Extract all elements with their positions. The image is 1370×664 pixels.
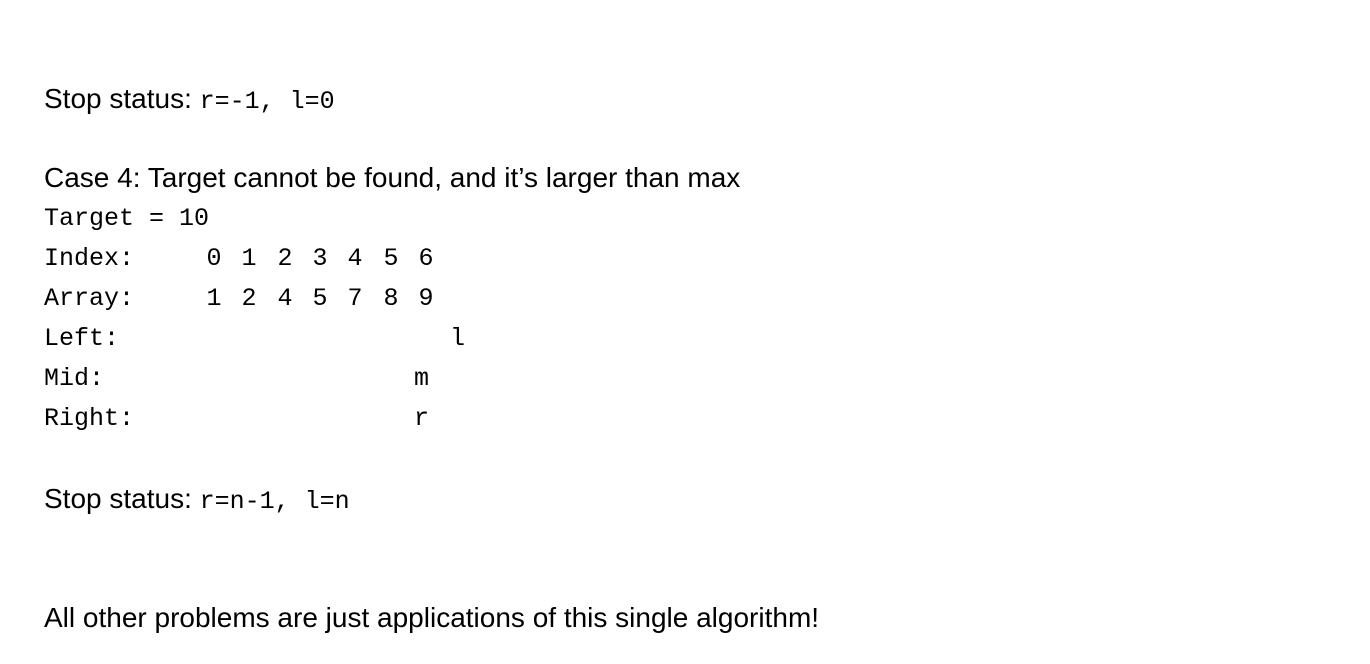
array-cell: 8 — [383, 284, 399, 313]
stop-status-1: Stop status: r=-1, l=0 — [44, 79, 335, 119]
left-marker: l — [450, 324, 466, 353]
index-cell: 5 — [383, 244, 399, 273]
array-cell: 2 — [241, 284, 257, 313]
array-cell: 1 — [206, 284, 222, 313]
array-cell: 5 — [312, 284, 328, 313]
stop-status-1-label: Stop status: — [44, 83, 200, 114]
array-cell: 4 — [277, 284, 293, 313]
array-label: Array: — [44, 284, 135, 313]
index-cell: 3 — [312, 244, 328, 273]
stop-status-2-label: Stop status: — [44, 483, 200, 514]
index-cell: 2 — [277, 244, 293, 273]
left-row: Left: l — [44, 319, 465, 359]
index-cell: 4 — [347, 244, 363, 273]
stop-status-2: Stop status: r=n-1, l=n — [44, 479, 350, 519]
target-line: Target = 10 — [44, 204, 210, 233]
right-label: Right: — [44, 404, 135, 433]
array-row: Array: 1 2 4 5 7 8 9 — [44, 279, 434, 319]
array-cell: 7 — [347, 284, 363, 313]
index-row: Index: 0 1 2 3 4 5 6 — [44, 239, 434, 279]
mid-marker: m — [414, 364, 430, 393]
stop-status-2-code: r=n-1, l=n — [199, 487, 350, 516]
stop-status-1-code: r=-1, l=0 — [199, 87, 335, 116]
right-row: Right: r — [44, 399, 429, 439]
case-4-code-block: Target = 10 Index: 0 1 2 3 4 5 6 Array: … — [44, 199, 465, 439]
index-label: Index: — [44, 244, 135, 273]
mid-row: Mid: m — [44, 359, 429, 399]
left-label: Left: — [44, 324, 120, 353]
index-cell: 1 — [241, 244, 257, 273]
mid-label: Mid: — [44, 364, 105, 393]
array-cells: 1 2 4 5 7 8 9 — [204, 279, 433, 639]
right-marker: r — [414, 404, 430, 433]
index-cell: 6 — [418, 244, 434, 273]
closing-statement: All other problems are just applications… — [44, 602, 820, 633]
array-cell: 9 — [418, 284, 434, 313]
index-cell: 0 — [206, 244, 222, 273]
case-4-heading: Case 4: Target cannot be found, and it’s… — [44, 162, 741, 193]
